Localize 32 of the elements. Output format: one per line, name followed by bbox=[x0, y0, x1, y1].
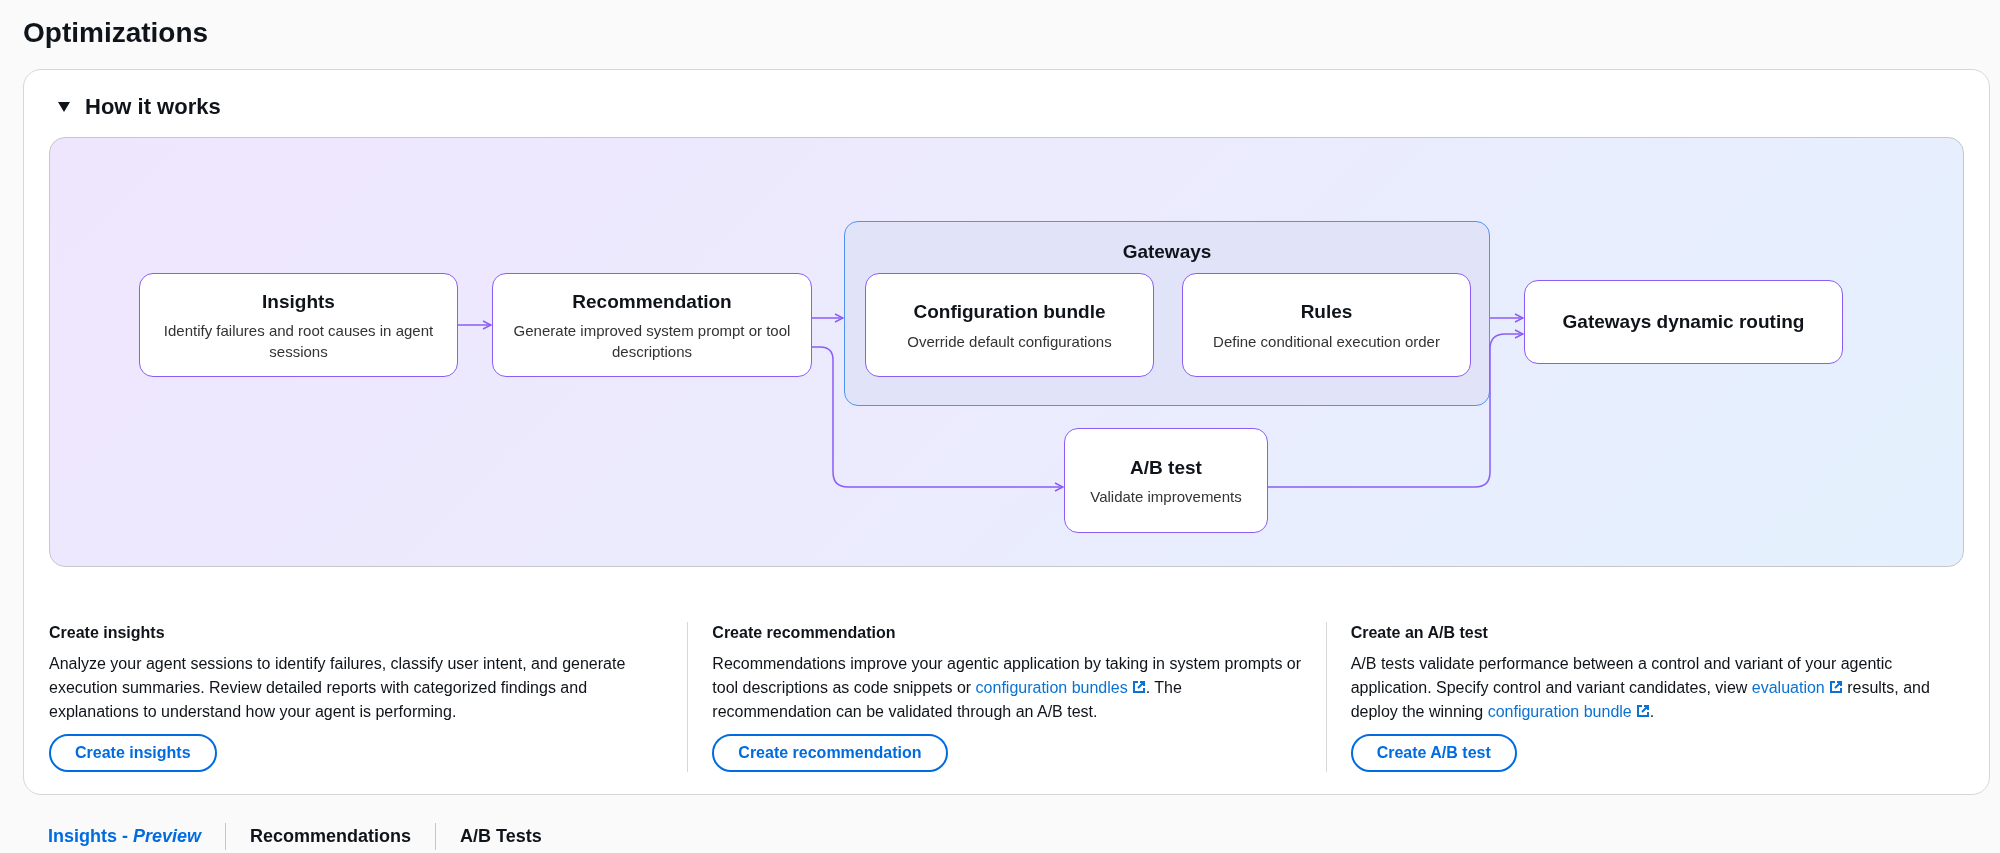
section-description: Recommendations improve your agentic application by taking in system prompts or tool descriptions as code snippets or configuration bundles . The recommendation can be validated through an A/B test. bbox=[712, 654, 1302, 722]
create-button[interactable]: Create recommendation bbox=[712, 734, 948, 772]
node-description: Validate improvements bbox=[1090, 487, 1242, 508]
tab[interactable]: Recommendations bbox=[226, 823, 436, 850]
node-title: Rules bbox=[1300, 300, 1353, 325]
section-title: Create recommendation bbox=[712, 623, 897, 643]
create-button[interactable]: Create A/B test bbox=[1350, 734, 1517, 772]
node-description: Override default configurations bbox=[907, 331, 1112, 352]
node-description: Define conditional execution order bbox=[1213, 331, 1440, 352]
node-title: Configuration bundle bbox=[913, 300, 1106, 325]
node-title: Recommendation bbox=[572, 289, 732, 314]
how-it-works-toggle[interactable]: How it works bbox=[57, 90, 221, 123]
group-title: Gateways bbox=[1121, 240, 1213, 264]
node-description: Generate improved system prompt or tool descriptions bbox=[512, 321, 792, 363]
external-link-icon bbox=[1131, 680, 1146, 694]
page-title: Optimizations bbox=[23, 16, 210, 50]
node-description: Identify failures and root causes in agent sessions bbox=[162, 321, 435, 363]
doc-link[interactable]: evaluation bbox=[1751, 679, 1843, 696]
section-description: A/B tests validate performance between a control and variant of your agentic application. Specify control and variant candidates, view evaluation results, and deploy the winning configuration bundle . bbox=[1350, 654, 1931, 722]
section-title: Create an A/B test bbox=[1350, 623, 1489, 643]
tab[interactable]: Insights - Preview bbox=[48, 823, 226, 850]
doc-link[interactable]: configuration bundle bbox=[1487, 703, 1650, 720]
node-title: Insights bbox=[262, 289, 335, 314]
create-button[interactable]: Create insights bbox=[49, 734, 217, 772]
node-title: Gateways dynamic routing bbox=[1562, 309, 1805, 334]
external-link-icon bbox=[1635, 704, 1650, 718]
tab[interactable]: A/B Tests bbox=[436, 823, 566, 850]
section-description: Analyze your agent sessions to identify failures, classify user intent, and generate execution summaries. Review detailed reports with categorized findings and explanations to understand how your agent is performing. bbox=[49, 654, 627, 722]
doc-link[interactable]: configuration bundles bbox=[975, 679, 1146, 696]
external-link-icon bbox=[1828, 680, 1843, 694]
section-title: Create insights bbox=[49, 623, 166, 643]
node-title: A/B test bbox=[1130, 455, 1202, 480]
